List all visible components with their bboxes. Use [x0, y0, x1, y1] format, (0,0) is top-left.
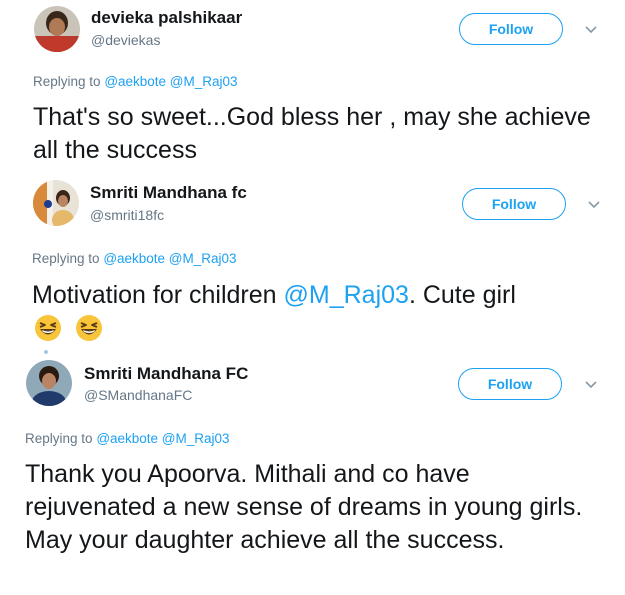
user-handle[interactable]: @deviekas	[91, 32, 160, 48]
mention-link[interactable]: @M_Raj03	[284, 281, 409, 309]
follow-button[interactable]: Follow	[459, 13, 563, 45]
chevron-down-icon[interactable]	[584, 25, 598, 35]
tweet-text-start: Motivation for children	[32, 281, 284, 309]
follow-button[interactable]: Follow	[458, 368, 562, 400]
replying-to: Replying to @aekbote @M_Raj03	[25, 431, 230, 446]
user-name[interactable]: devieka palshikaar	[91, 8, 242, 28]
avatar[interactable]	[26, 360, 72, 406]
user-name[interactable]: Smriti Mandhana FC	[84, 364, 248, 384]
replying-prefix: Replying to	[25, 431, 93, 446]
replying-to: Replying to @aekbote @M_Raj03	[33, 74, 238, 89]
tweet-text: Motivation for children @M_Raj03. Cute g…	[32, 279, 602, 312]
grinning-squinting-face-emoji	[76, 315, 102, 341]
avatar[interactable]	[33, 180, 79, 226]
chevron-down-icon[interactable]	[584, 380, 598, 390]
tweet-text: That's so sweet...God bless her , may sh…	[33, 103, 591, 164]
reply-mentions[interactable]: @aekbote @M_Raj03	[103, 251, 236, 266]
user-name[interactable]: Smriti Mandhana fc	[90, 183, 247, 203]
thread-dot	[44, 350, 48, 354]
reply-mentions[interactable]: @aekbote @M_Raj03	[96, 431, 229, 446]
follow-button[interactable]: Follow	[462, 188, 566, 220]
user-handle[interactable]: @SMandhanaFC	[84, 387, 192, 403]
replying-prefix: Replying to	[33, 74, 101, 89]
avatar[interactable]	[34, 6, 80, 52]
user-handle[interactable]: @smriti18fc	[90, 207, 164, 223]
replying-to: Replying to @aekbote @M_Raj03	[32, 251, 237, 266]
tweet-text-end: . Cute girl	[408, 281, 516, 309]
reply-mentions[interactable]: @aekbote @M_Raj03	[104, 74, 237, 89]
chevron-down-icon[interactable]	[587, 200, 601, 210]
grinning-squinting-face-emoji	[35, 315, 61, 341]
tweet-text: Thank you Apoorva. Mithali and co have r…	[25, 460, 583, 554]
replying-prefix: Replying to	[32, 251, 100, 266]
